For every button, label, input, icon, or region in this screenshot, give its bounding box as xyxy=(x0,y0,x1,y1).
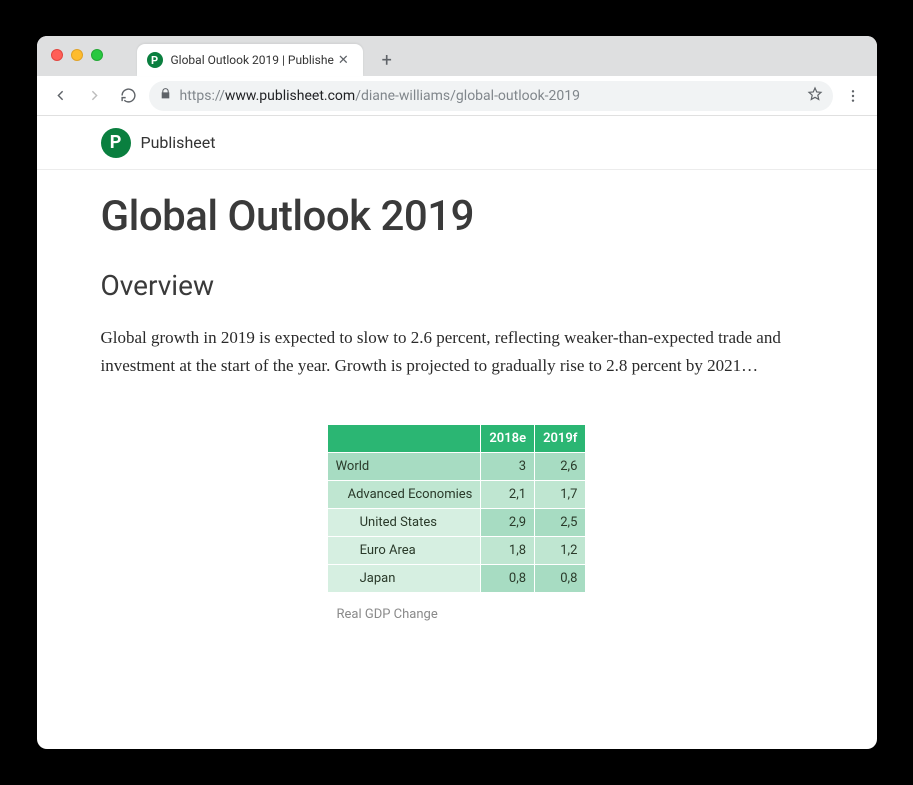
new-tab-button[interactable]: + xyxy=(373,46,401,74)
article: Global Outlook 2019 Overview Global grow… xyxy=(37,170,877,662)
col-header-2019f: 2019f xyxy=(535,425,585,452)
reload-button[interactable] xyxy=(115,82,143,110)
site-header: P Publisheet xyxy=(37,116,877,170)
browser-window: P Global Outlook 2019 | Publishe ✕ + htt… xyxy=(37,36,877,749)
table-row: United States 2,9 2,5 xyxy=(328,509,586,536)
browser-tab[interactable]: P Global Outlook 2019 | Publishe ✕ xyxy=(137,44,363,76)
back-button[interactable] xyxy=(47,82,75,110)
cell-value: 0,8 xyxy=(535,565,585,592)
table-row: World 3 2,6 xyxy=(328,453,586,480)
titlebar: P Global Outlook 2019 | Publishe ✕ + xyxy=(37,36,877,76)
row-label: Euro Area xyxy=(328,537,481,564)
cell-value: 2,1 xyxy=(481,481,534,508)
overview-paragraph: Global growth in 2019 is expected to slo… xyxy=(101,324,813,380)
section-heading: Overview xyxy=(101,269,813,302)
table-row: Euro Area 1,8 1,2 xyxy=(328,537,586,564)
address-bar[interactable]: https://www.publisheet.com/diane-william… xyxy=(149,81,833,111)
cell-value: 2,5 xyxy=(535,509,585,536)
forward-button[interactable] xyxy=(81,82,109,110)
table-row: Japan 0,8 0,8 xyxy=(328,565,586,592)
tab-favicon: P xyxy=(147,52,163,68)
gdp-table: 2018e 2019f World 3 2,6 Advanced Economi… xyxy=(327,424,587,593)
page-title: Global Outlook 2019 xyxy=(101,192,813,241)
browser-menu-button[interactable] xyxy=(839,88,867,104)
row-label: United States xyxy=(328,509,481,536)
cell-value: 3 xyxy=(481,453,534,480)
window-minimize-button[interactable] xyxy=(71,49,83,61)
site-logo[interactable]: P xyxy=(101,128,131,158)
tab-title: Global Outlook 2019 | Publishe xyxy=(171,53,334,67)
table-row: Advanced Economies 2,1 1,7 xyxy=(328,481,586,508)
col-header-2018e: 2018e xyxy=(481,425,534,452)
cell-value: 0,8 xyxy=(481,565,534,592)
page-viewport: P Publisheet Global Outlook 2019 Overvie… xyxy=(37,116,877,749)
row-label: Japan xyxy=(328,565,481,592)
window-zoom-button[interactable] xyxy=(91,49,103,61)
toolbar: https://www.publisheet.com/diane-william… xyxy=(37,76,877,116)
window-close-button[interactable] xyxy=(51,49,63,61)
gdp-table-wrap: 2018e 2019f World 3 2,6 Advanced Economi… xyxy=(101,424,813,622)
table-header-row: 2018e 2019f xyxy=(328,425,586,452)
cell-value: 2,6 xyxy=(535,453,585,480)
bookmark-star-icon[interactable] xyxy=(807,86,823,106)
tab-close-button[interactable]: ✕ xyxy=(334,52,353,69)
cell-value: 1,7 xyxy=(535,481,585,508)
lock-icon xyxy=(159,87,172,104)
url-text: https://www.publisheet.com/diane-william… xyxy=(180,88,799,104)
table-caption: Real GDP Change xyxy=(337,607,438,622)
row-label: World xyxy=(328,453,481,480)
cell-value: 1,2 xyxy=(535,537,585,564)
cell-value: 2,9 xyxy=(481,509,534,536)
row-label: Advanced Economies xyxy=(328,481,481,508)
cell-value: 1,8 xyxy=(481,537,534,564)
col-header-blank xyxy=(328,425,481,452)
traffic-lights xyxy=(51,49,103,61)
site-name[interactable]: Publisheet xyxy=(141,133,216,152)
